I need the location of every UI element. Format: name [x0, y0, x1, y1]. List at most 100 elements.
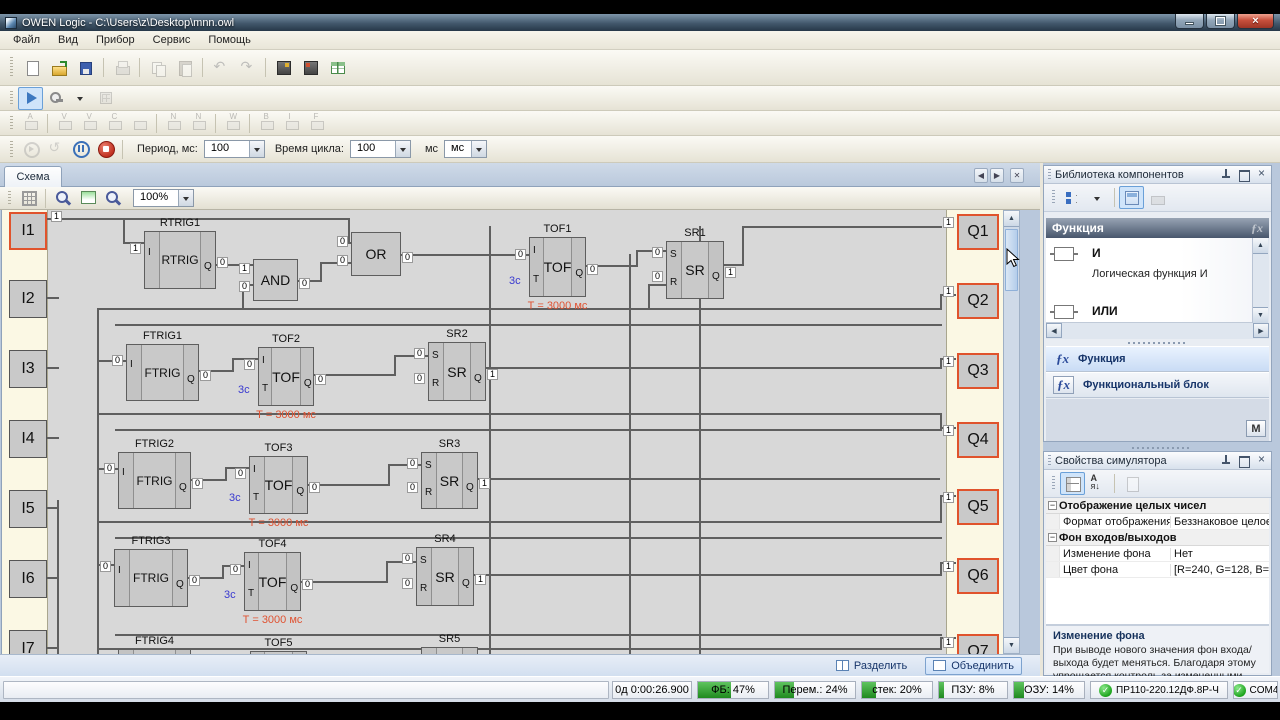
tab-prev-icon[interactable]: ◀	[974, 168, 988, 183]
block-SR4[interactable]: SR4SRSRQ001	[416, 547, 474, 606]
module-write-button[interactable]	[297, 54, 324, 81]
split-view-button[interactable]: Разделить	[828, 657, 915, 675]
output-Q4[interactable]: Q41	[957, 422, 999, 458]
stop-button[interactable]	[93, 138, 118, 161]
macros-button[interactable]: М	[1246, 420, 1266, 437]
icon-view-button[interactable]	[1119, 186, 1144, 209]
maximize-button[interactable]	[1206, 14, 1235, 29]
category-tab-Функция[interactable]: ƒxФункция	[1046, 346, 1269, 372]
input-I3[interactable]: I3	[9, 350, 47, 388]
chevron-down-icon[interactable]	[249, 141, 264, 157]
tab-schema[interactable]: Схема	[4, 166, 62, 187]
scroll-up-icon[interactable]: ▲	[1253, 238, 1268, 254]
scroll-down-icon[interactable]: ▼	[1253, 307, 1268, 323]
block-TOF2[interactable]: TOF2ITTOFQ003сТ = 3000 мс	[258, 347, 314, 406]
merge-view-button[interactable]: Объединить	[925, 657, 1022, 675]
panel-splitter-handle[interactable]	[1043, 444, 1280, 451]
output-Q5[interactable]: Q51	[957, 489, 999, 525]
block-FTRIG3[interactable]: FTRIG3IFTRIGQ00	[114, 549, 188, 607]
new-file-button[interactable]	[18, 54, 45, 81]
block-SR5[interactable]: SR5SRSRQ	[421, 647, 478, 654]
scroll-right-icon[interactable]: ▶	[1253, 323, 1269, 338]
library-item-ИЛИ[interactable]: ИЛИ	[1046, 302, 1252, 323]
chevron-down-icon[interactable]	[471, 141, 486, 157]
output-Q1[interactable]: Q11	[957, 214, 999, 250]
input-I5[interactable]: I5	[9, 490, 47, 528]
tab-next-icon[interactable]: ▶	[990, 168, 1004, 183]
property-row[interactable]: Изменение фонаНет	[1046, 546, 1269, 562]
variables-table-button[interactable]	[324, 54, 351, 81]
pin-icon[interactable]	[1218, 168, 1233, 181]
block-TOF3[interactable]: TOF3ITTOFQ003сТ = 3000 мс	[249, 456, 308, 514]
block-FTRIG2[interactable]: FTRIG2IFTRIGQ00	[118, 452, 191, 509]
categorized-button[interactable]	[1060, 472, 1085, 495]
title-bar[interactable]: OWEN Logic - C:\Users\z\Desktop\mnn.owl …	[0, 14, 1280, 31]
write-device-button[interactable]	[43, 87, 68, 110]
input-I6[interactable]: I6	[9, 560, 47, 598]
menu-item-Помощь[interactable]: Помощь	[199, 32, 260, 48]
save-button[interactable]	[72, 54, 99, 81]
input-I2[interactable]: I2	[9, 280, 47, 318]
input-I4[interactable]: I4	[9, 420, 47, 458]
input-I7[interactable]: I7	[9, 630, 47, 654]
category-tab-Функциональный блок[interactable]: ƒxФункциональный блок	[1046, 372, 1269, 398]
dropdown-button[interactable]	[68, 87, 93, 110]
library-horizontal-scrollbar[interactable]: ◀ ▶	[1046, 323, 1269, 339]
view-mode-button[interactable]	[1060, 186, 1085, 209]
splitter-handle[interactable]	[1044, 339, 1271, 346]
library-vertical-scrollbar[interactable]: ▲ ▼	[1252, 238, 1269, 323]
block-RTRIG1[interactable]: RTRIG1IRTRIGQ10	[144, 231, 216, 289]
fit-page-button[interactable]	[75, 187, 100, 210]
unit-combo[interactable]: мс	[444, 140, 487, 158]
library-group-header[interactable]: Функция ƒx	[1046, 218, 1269, 238]
close-button[interactable]: ×	[1237, 14, 1274, 29]
start-simulation-button[interactable]	[18, 87, 43, 110]
block-AND[interactable]: AND100	[253, 259, 298, 301]
block-TOF1[interactable]: TOF1ITTOFQ003сТ = 3000 мс	[529, 237, 586, 297]
menu-item-Файл[interactable]: Файл	[4, 32, 49, 48]
menu-item-Сервис[interactable]: Сервис	[144, 32, 200, 48]
block-SR3[interactable]: SR3SRSRQ001	[421, 452, 478, 509]
close-panel-icon[interactable]	[1254, 168, 1269, 181]
collapse-icon[interactable]: −	[1048, 501, 1057, 510]
maximize-panel-icon[interactable]	[1236, 168, 1251, 181]
canvas-vertical-scrollbar[interactable]: ▲ ▼	[1003, 210, 1020, 654]
output-Q7[interactable]: Q71	[957, 634, 999, 654]
close-panel-icon[interactable]	[1254, 454, 1269, 467]
menu-item-Прибор[interactable]: Прибор	[87, 32, 144, 48]
open-file-button[interactable]	[45, 54, 72, 81]
block-SR2[interactable]: SR2SRSRQ001	[428, 342, 486, 401]
library-item-И[interactable]: ИЛогическая функция И	[1046, 244, 1252, 300]
collapse-icon[interactable]: −	[1048, 533, 1057, 542]
maximize-panel-icon[interactable]	[1236, 454, 1251, 467]
scroll-down-icon[interactable]: ▼	[1004, 637, 1019, 653]
output-Q6[interactable]: Q61	[957, 558, 999, 594]
property-row[interactable]: Цвет фона[R=240, G=128, B=12	[1046, 562, 1269, 578]
property-row[interactable]: Формат отображенияБеззнаковое целое	[1046, 514, 1269, 530]
block-OR[interactable]: OR000	[351, 232, 401, 276]
chevron-down-icon[interactable]	[178, 190, 193, 206]
pin-icon[interactable]	[1218, 454, 1233, 467]
output-Q2[interactable]: Q21	[957, 283, 999, 319]
block-TOF4[interactable]: TOF4ITTOFQ003сТ = 3000 мс	[244, 552, 301, 611]
input-I1[interactable]: I11	[9, 212, 47, 250]
tab-close-icon[interactable]: ✕	[1010, 168, 1024, 183]
block-SR1[interactable]: SR1SRSRQ001	[666, 241, 724, 299]
module-read-button[interactable]	[270, 54, 297, 81]
properties-panel-header[interactable]: Свойства симулятора	[1044, 452, 1271, 470]
chevron-down-icon[interactable]	[395, 141, 410, 157]
pause-button[interactable]	[68, 138, 93, 161]
period-combo[interactable]: 100	[204, 140, 265, 158]
zoom-in-button[interactable]	[100, 187, 125, 210]
output-Q3[interactable]: Q31	[957, 353, 999, 389]
zoom-combo[interactable]: 100%	[133, 189, 194, 207]
alphabetical-button[interactable]	[1085, 472, 1110, 495]
library-panel-header[interactable]: Библиотека компонентов	[1044, 166, 1271, 184]
scroll-up-icon[interactable]: ▲	[1004, 211, 1019, 227]
block-FTRIG1[interactable]: FTRIG1IFTRIGQ00	[126, 344, 199, 401]
zoom-out-button[interactable]	[50, 187, 75, 210]
block-TOF5[interactable]: TOF5ITTOFQ	[250, 651, 307, 654]
block-FTRIG4[interactable]: FTRIG4IFTRIGQ	[118, 649, 191, 654]
menu-item-Вид[interactable]: Вид	[49, 32, 87, 48]
cycle-time-combo[interactable]: 100	[350, 140, 411, 158]
